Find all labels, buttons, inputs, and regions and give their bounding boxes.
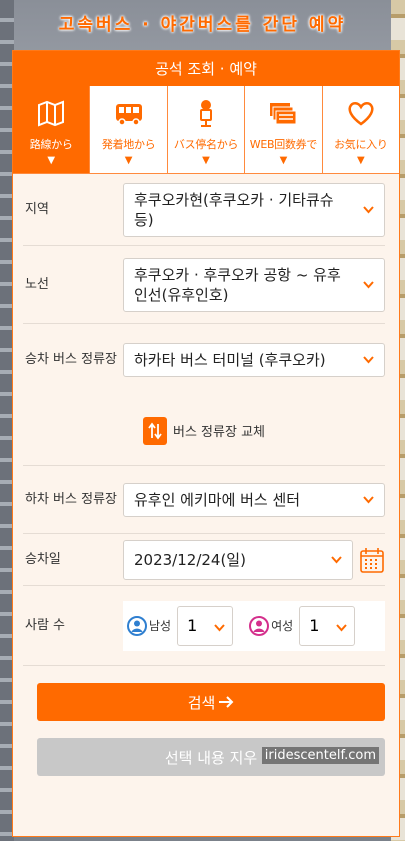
swap-stops-label: 버스 정류장 교체 xyxy=(173,425,265,440)
alighting-select[interactable]: 유후인 에키마에 버스 센터 xyxy=(123,482,385,517)
chevron-down-icon xyxy=(214,623,225,631)
female-group: 여성 xyxy=(249,615,294,636)
tickets-icon xyxy=(270,103,297,125)
date-value: 2023/12/24(일) xyxy=(134,550,246,569)
bus-icon xyxy=(115,104,142,126)
tab-by-origin[interactable]: 発着地から ▼ xyxy=(90,86,168,174)
female-person-icon xyxy=(249,615,270,636)
female-count-select[interactable]: 1 xyxy=(299,605,356,646)
tab-by-stop-name[interactable]: バス停名から ▼ xyxy=(167,86,246,174)
route-label: 노선 xyxy=(25,276,49,292)
watermark: iridescentelf.com xyxy=(261,747,379,764)
search-button-label: 검색 xyxy=(187,693,216,712)
male-person-icon xyxy=(127,615,147,636)
heart-icon xyxy=(348,102,374,126)
region-row: 지역 후쿠오카현(후쿠오카 · 기타큐슈 등) xyxy=(23,174,385,246)
tab-by-route[interactable]: 路線から ▼ xyxy=(13,86,91,174)
card-title: 공석 조회 · 예약 xyxy=(13,51,399,86)
chevron-down-icon xyxy=(363,356,374,364)
tab-web-ticket[interactable]: WEB回数券で ▼ xyxy=(245,86,323,174)
boarding-label: 승차 버스 정류장 xyxy=(25,352,117,367)
chevron-down-icon xyxy=(363,280,374,288)
boarding-row: 승차 버스 정류장 하카타 버스 터미널 (후쿠오카) xyxy=(23,324,385,396)
route-row: 노선 후쿠오카 · 후쿠오카 공항 ~ 유후인선(유후인호) xyxy=(23,246,385,324)
clear-selection-button[interactable]: 선택 내용 지우 iridescentelf.com xyxy=(37,738,385,776)
swap-stops-button[interactable] xyxy=(143,416,167,445)
caret-down-icon: ▼ xyxy=(124,155,133,166)
tab-label: バス停名から xyxy=(173,138,239,151)
region-value: 후쿠오카현(후쿠오카 · 기타큐슈 등) xyxy=(134,190,334,229)
male-count-select[interactable]: 1 xyxy=(177,605,234,646)
caret-down-icon: ▼ xyxy=(202,155,210,166)
caret-down-icon: ▼ xyxy=(47,155,56,166)
caret-down-icon: ▼ xyxy=(356,155,365,166)
alighting-value: 유후인 에키마에 버스 센터 xyxy=(134,490,301,509)
female-label: 여성 xyxy=(271,619,294,633)
search-button[interactable]: 검색 xyxy=(37,683,385,721)
tab-label: 発着地から xyxy=(101,138,156,151)
date-label: 승차일 xyxy=(25,551,61,567)
male-count-value: 1 xyxy=(187,616,198,635)
page-headline: 고속버스 · 야간버스를 간단 예약 xyxy=(58,14,347,35)
caret-down-icon: ▼ xyxy=(279,155,288,166)
chevron-down-icon xyxy=(331,555,342,563)
bus-stop-icon xyxy=(200,100,213,127)
people-label: 사람 수 xyxy=(25,617,66,633)
clear-button-label: 선택 내용 지우 xyxy=(164,748,258,767)
chevron-down-icon xyxy=(363,495,374,503)
swap-stops: 버스 정류장 교체 xyxy=(23,396,385,466)
date-select[interactable]: 2023/12/24(일) xyxy=(123,539,353,580)
arrow-right-icon xyxy=(219,696,234,708)
chevron-down-icon xyxy=(363,205,374,213)
male-group: 남성 xyxy=(127,615,172,636)
tab-favorites[interactable]: お気に入り ▼ xyxy=(322,86,400,174)
tab-label: お気に入り xyxy=(334,138,388,151)
route-value: 후쿠오카 · 후쿠오카 공항 ~ 유후인선(유후인호) xyxy=(134,265,341,304)
route-select[interactable]: 후쿠오카 · 후쿠오카 공항 ~ 유후인선(유후인호) xyxy=(123,257,385,312)
region-label: 지역 xyxy=(25,201,49,217)
chevron-down-icon xyxy=(336,623,347,631)
boarding-value: 하카타 버스 터미널 (후쿠오카) xyxy=(134,351,326,369)
people-selector: 남성 1 여성 1 xyxy=(123,600,385,651)
search-form: 지역 후쿠오카현(후쿠오카 · 기타큐슈 등) 노선 후쿠오카 · 후쿠오카 공… xyxy=(13,174,399,666)
people-row: 사람 수 남성 1 여성 1 xyxy=(23,586,385,666)
alighting-label: 하차 버스 정류장 xyxy=(25,491,117,507)
calendar-icon[interactable] xyxy=(359,546,385,574)
tab-label: WEB回数券で xyxy=(249,138,318,151)
female-count-value: 1 xyxy=(309,616,320,635)
alighting-row: 하차 버스 정류장 유후인 에키마에 버스 센터 xyxy=(23,466,385,534)
male-label: 남성 xyxy=(149,619,172,633)
swap-arrows-icon xyxy=(148,422,162,439)
boarding-select[interactable]: 하카타 버스 터미널 (후쿠오카) xyxy=(123,343,385,377)
reservation-card: 공석 조회 · 예약 路線から ▼ 発着地から ▼ バス停名から ▼ WEB回数… xyxy=(12,50,400,837)
region-select[interactable]: 후쿠오카현(후쿠오카 · 기타큐슈 등) xyxy=(123,182,385,237)
map-icon xyxy=(38,100,65,127)
tab-label: 路線から xyxy=(29,138,73,151)
search-tabs: 路線から ▼ 発着地から ▼ バス停名から ▼ WEB回数券で ▼ お気に入り … xyxy=(13,86,400,174)
date-row: 승차일 2023/12/24(일) xyxy=(23,534,385,586)
